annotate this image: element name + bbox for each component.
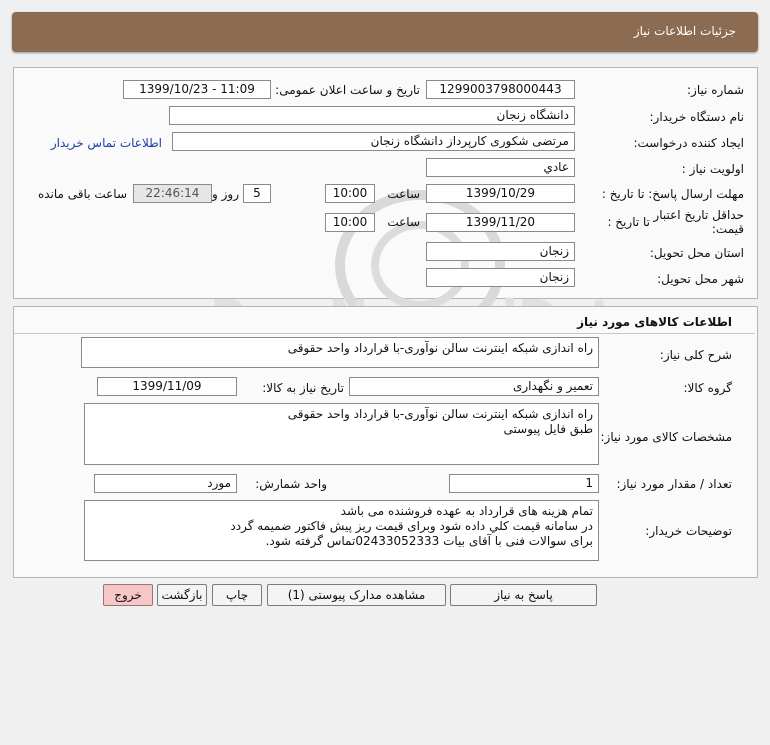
- deadline-time-label: ساعت: [387, 187, 420, 201]
- need-date-label: تاریخ نیاز به کالا:: [262, 381, 344, 395]
- reply-button[interactable]: پاسخ به نیاز: [450, 584, 597, 606]
- group-field: تعمیر و نگهداری: [349, 377, 599, 396]
- announce-label: تاریخ و ساعت اعلان عمومی:: [275, 83, 420, 97]
- city-field: زنجان: [426, 268, 575, 287]
- deadline-label: مهلت ارسال پاسخ: تا تاریخ :: [601, 187, 744, 201]
- need-number-label: شماره نیاز:: [687, 83, 744, 97]
- buyer-contact-link[interactable]: اطلاعات تماس خریدار: [51, 136, 162, 150]
- remaining-label: ساعت باقی مانده: [37, 187, 127, 201]
- priority-field: عادي: [426, 158, 575, 177]
- summary-field: راه اندازی شبکه اینترنت سالن نوآوری-با ق…: [81, 337, 599, 368]
- announce-date-field: 1399/10/23 - 11:09: [123, 80, 271, 99]
- province-label: استان محل تحویل:: [649, 246, 744, 260]
- remaining-time-field: 22:46:14: [133, 184, 212, 203]
- buyer-notes-label: توضیحات خریدار:: [645, 524, 732, 538]
- need-date-field: 1399/11/09: [97, 377, 237, 396]
- group-label: گروه کالا:: [683, 381, 733, 395]
- unit-label: واحد شمارش:: [255, 477, 327, 491]
- buyer-org-field: دانشگاه زنجان: [169, 106, 575, 125]
- priority-label: اولویت نیاز :: [681, 162, 744, 176]
- specs-label: مشخصات کالای مورد نیاز:: [600, 430, 732, 444]
- summary-label: شرح کلی نیاز:: [659, 348, 732, 362]
- page-header: جزئیات اطلاعات نیاز: [12, 12, 758, 52]
- city-label: شهر محل تحویل:: [657, 272, 744, 286]
- need-number-field: 1299003798000443: [426, 80, 575, 99]
- need-info-panel: [13, 67, 758, 299]
- specs-field: راه اندازی شبکه اینترنت سالن نوآوری-با ق…: [84, 403, 599, 465]
- validity-time-field: 10:00: [325, 213, 375, 232]
- buyer-notes-field: تمام هزینه های قرارداد به عهده فروشنده م…: [84, 500, 599, 561]
- print-button[interactable]: چاپ: [212, 584, 262, 606]
- deadline-date-field: 1399/10/29: [426, 184, 575, 203]
- unit-field: مورد: [94, 474, 237, 493]
- remaining-days-field: 5: [243, 184, 271, 203]
- exit-button[interactable]: خروج: [103, 584, 153, 606]
- qty-label: تعداد / مقدار مورد نیاز:: [616, 477, 732, 491]
- province-field: زنجان: [426, 242, 575, 261]
- validity-label: حداقل تاریخ اعتبار قیمت:: [653, 208, 744, 236]
- goods-divider: [14, 333, 755, 334]
- buyer-org-label: نام دستگاه خریدار:: [649, 110, 745, 124]
- requester-field: مرتضی شکوری کارپرداز دانشگاه زنجان: [172, 132, 575, 151]
- back-button[interactable]: بازگشت: [157, 584, 207, 606]
- view-attachments-button[interactable]: مشاهده مدارک پیوستی (1): [267, 584, 446, 606]
- validity-time-label: ساعت: [387, 215, 420, 229]
- validity-date-field: 1399/11/20: [426, 213, 575, 232]
- qty-field: 1: [449, 474, 599, 493]
- goods-section-title: اطلاعات کالاهای مورد نیاز: [577, 315, 732, 329]
- page-title: جزئیات اطلاعات نیاز: [633, 24, 736, 38]
- days-label: روز و: [212, 187, 239, 201]
- validity-prefix-label: تا تاریخ :: [607, 215, 650, 229]
- requester-label: ایجاد کننده درخواست:: [633, 136, 744, 150]
- deadline-time-field: 10:00: [325, 184, 375, 203]
